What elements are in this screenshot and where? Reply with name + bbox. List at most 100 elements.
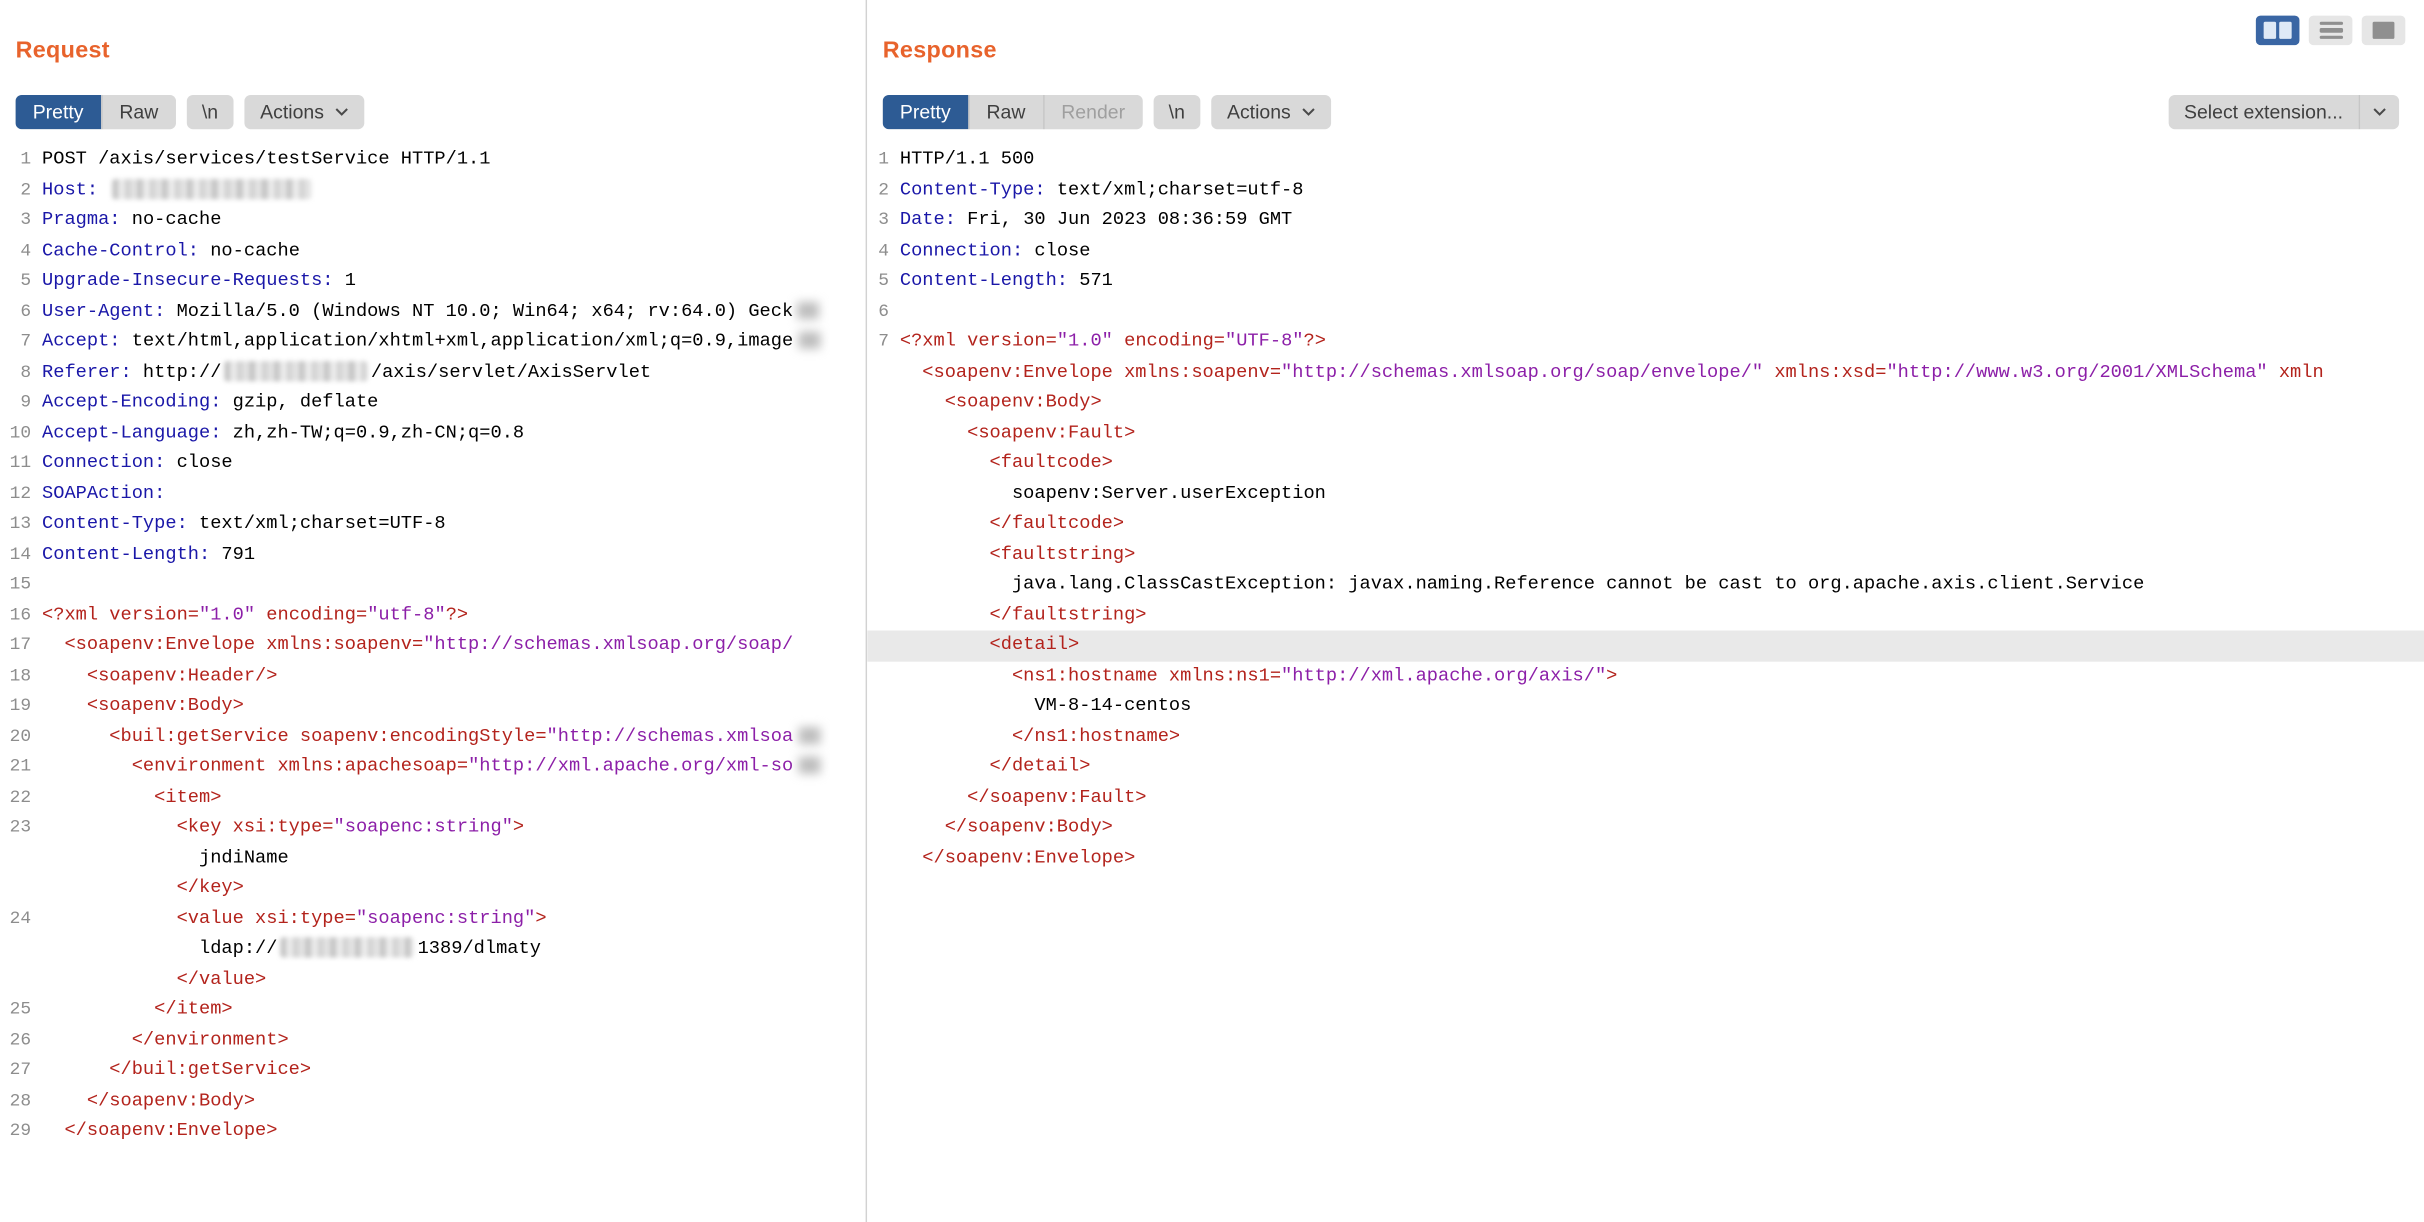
chevron-down-icon	[1302, 107, 1316, 116]
code-row: 28 </soapenv:Body>	[0, 1086, 866, 1116]
code-row: </value>	[0, 964, 866, 994]
line-number	[867, 661, 889, 691]
line-number: 4	[0, 236, 31, 266]
code-row: 17 <soapenv:Envelope xmlns:soapenv="http…	[0, 631, 866, 661]
code-row: 2Host:	[0, 175, 866, 205]
line-number: 21	[0, 752, 31, 782]
code-row: </soapenv:Fault>	[867, 782, 2424, 812]
line-number: 20	[0, 722, 31, 752]
line-number: 25	[0, 995, 31, 1025]
request-panel: Request Pretty Raw \n Actions 1POST /axi…	[0, 0, 866, 1222]
code-row: VM-8-14-centos	[867, 691, 2424, 721]
line-number	[867, 388, 889, 418]
stacked-view-button[interactable]	[2309, 16, 2353, 46]
line-number	[867, 843, 889, 873]
redacted-text	[225, 361, 368, 381]
code-row: </faultcode>	[867, 509, 2424, 539]
request-title: Request	[16, 37, 110, 63]
line-number	[867, 600, 889, 630]
line-number	[867, 782, 889, 812]
code-row: 10Accept-Language: zh,zh-TW;q=0.9,zh-CN;…	[0, 418, 866, 448]
line-number: 8	[0, 357, 31, 387]
code-row: 1HTTP/1.1 500	[867, 145, 2424, 175]
code-row: 27 </buil:getService>	[0, 1056, 866, 1086]
line-number: 17	[0, 631, 31, 661]
line-number: 6	[0, 297, 31, 327]
line-number: 7	[0, 327, 31, 357]
response-actions-label: Actions	[1227, 101, 1291, 123]
request-newline-toggle[interactable]: \n	[186, 95, 233, 129]
line-number	[867, 479, 889, 509]
code-row: 8Referer: http:///axis/servlet/AxisServl…	[0, 357, 866, 387]
response-newline-toggle[interactable]: \n	[1153, 95, 1200, 129]
code-row: 9Accept-Encoding: gzip, deflate	[0, 388, 866, 418]
line-number: 1	[0, 145, 31, 175]
line-number: 14	[0, 539, 31, 569]
line-number	[867, 752, 889, 782]
line-number	[867, 722, 889, 752]
rows-icon	[2319, 21, 2342, 39]
columns-icon	[2279, 22, 2291, 39]
line-number: 23	[0, 813, 31, 843]
response-tab-raw[interactable]: Raw	[968, 95, 1043, 129]
clipped-text-hint	[798, 302, 820, 319]
code-row: 16<?xml version="1.0" encoding="utf-8"?>	[0, 600, 866, 630]
code-row: 26 </environment>	[0, 1025, 866, 1055]
line-number: 5	[867, 266, 889, 296]
line-number	[867, 418, 889, 448]
select-extension-dropdown[interactable]: Select extension...	[2168, 95, 2399, 129]
code-row: </ns1:hostname>	[867, 722, 2424, 752]
request-editor[interactable]: 1POST /axis/services/testService HTTP/1.…	[0, 145, 866, 1222]
line-number	[867, 448, 889, 478]
clipped-text-hint	[798, 757, 820, 774]
request-tab-pretty[interactable]: Pretty	[16, 95, 101, 129]
code-row: </soapenv:Envelope>	[867, 843, 2424, 873]
request-tabbar: Pretty Raw \n Actions	[16, 95, 365, 129]
response-actions-button[interactable]: Actions	[1211, 95, 1331, 129]
code-row: </key>	[0, 873, 866, 903]
http-message-viewer: Request Pretty Raw \n Actions 1POST /axi…	[0, 0, 2424, 1222]
code-row: 7Accept: text/html,application/xhtml+xml…	[0, 327, 866, 357]
code-row: <soapenv:Fault>	[867, 418, 2424, 448]
code-row: 13Content-Type: text/xml;charset=UTF-8	[0, 509, 866, 539]
line-number: 5	[0, 266, 31, 296]
select-extension-label: Select extension...	[2168, 95, 2358, 129]
request-actions-button[interactable]: Actions	[245, 95, 365, 129]
single-view-button[interactable]	[2362, 16, 2406, 46]
line-number: 24	[0, 904, 31, 934]
line-number: 7	[867, 327, 889, 357]
response-panel: Response Pretty Raw Render \n Actions Se…	[867, 0, 2424, 1222]
request-format-tabs: Pretty Raw	[16, 95, 176, 129]
response-format-tabs: Pretty Raw Render	[883, 95, 1142, 129]
line-number: 22	[0, 782, 31, 812]
code-row: 15	[0, 570, 866, 600]
code-row: <soapenv:Body>	[867, 388, 2424, 418]
response-tab-render[interactable]: Render	[1043, 95, 1143, 129]
line-number: 13	[0, 509, 31, 539]
code-row: 25 </item>	[0, 995, 866, 1025]
code-row: 3Date: Fri, 30 Jun 2023 08:36:59 GMT	[867, 206, 2424, 236]
code-row: <soapenv:Envelope xmlns:soapenv="http://…	[867, 357, 2424, 387]
side-by-side-view-button[interactable]	[2256, 16, 2300, 46]
line-number: 11	[0, 448, 31, 478]
line-number: 2	[0, 175, 31, 205]
code-row: 7<?xml version="1.0" encoding="UTF-8"?>	[867, 327, 2424, 357]
line-number: 12	[0, 479, 31, 509]
line-number: 4	[867, 236, 889, 266]
line-number: 6	[867, 297, 889, 327]
response-title: Response	[883, 37, 997, 63]
code-row: 12SOAPAction:	[0, 479, 866, 509]
code-row: </detail>	[867, 752, 2424, 782]
line-number: 3	[0, 206, 31, 236]
code-row: <ns1:hostname xmlns:ns1="http://xml.apac…	[867, 661, 2424, 691]
line-number: 19	[0, 691, 31, 721]
request-tab-raw[interactable]: Raw	[101, 95, 176, 129]
code-row: 22 <item>	[0, 782, 866, 812]
line-number: 29	[0, 1116, 31, 1146]
response-tab-pretty[interactable]: Pretty	[883, 95, 968, 129]
redacted-text	[112, 179, 311, 199]
view-layout-toggles	[2256, 16, 2405, 46]
request-actions-label: Actions	[260, 101, 324, 123]
code-row: 6	[867, 297, 2424, 327]
response-editor[interactable]: 1HTTP/1.1 5002Content-Type: text/xml;cha…	[867, 145, 2424, 1222]
